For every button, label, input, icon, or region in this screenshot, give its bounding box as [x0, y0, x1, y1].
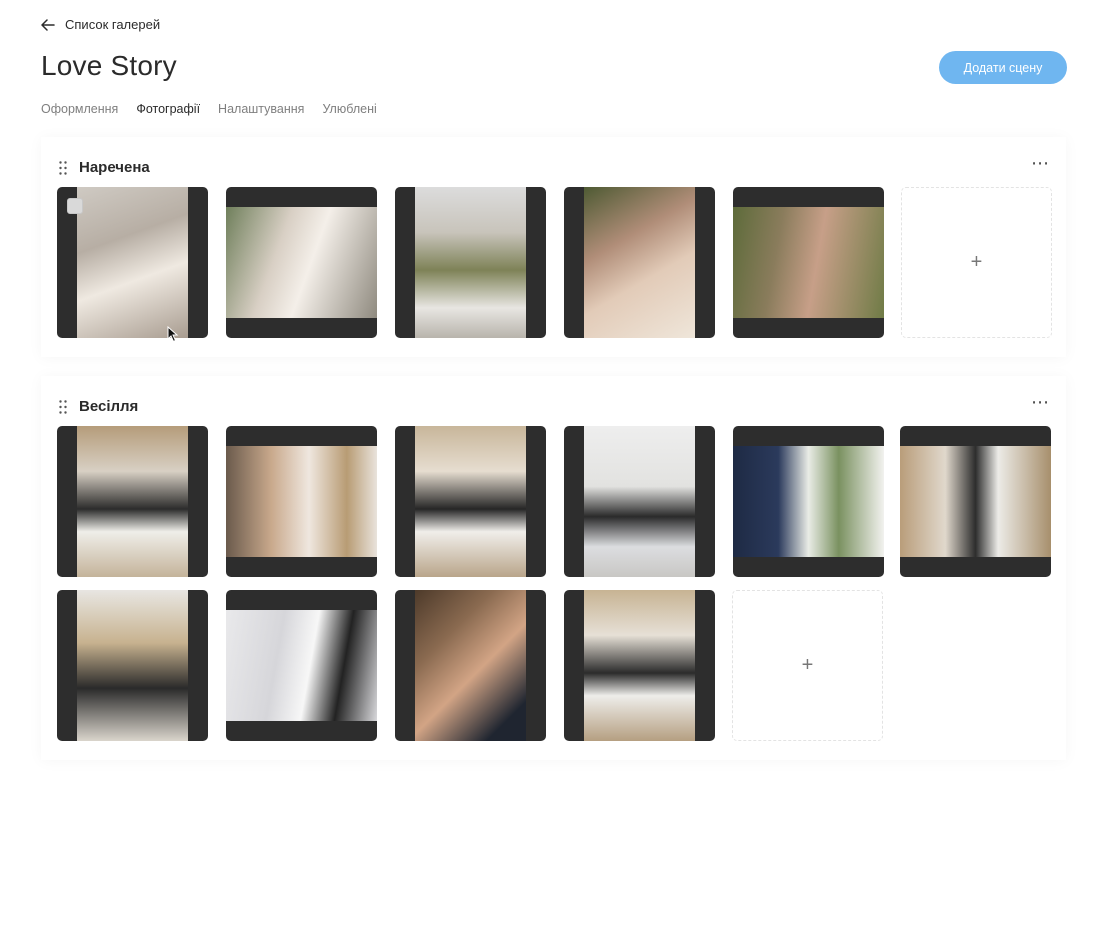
add-scene-button[interactable]: Додати сцену — [939, 51, 1067, 84]
photo-image — [226, 207, 377, 318]
page-title: Love Story — [41, 50, 177, 81]
photo-image — [584, 187, 695, 338]
photo-select-checkbox[interactable] — [67, 198, 83, 214]
photo-thumbnail[interactable] — [395, 590, 546, 741]
photo-image — [77, 187, 188, 338]
tab-photos[interactable]: Фотографії — [136, 102, 200, 116]
photo-thumbnail[interactable] — [900, 426, 1051, 577]
more-options-icon[interactable]: ⋯ — [1031, 393, 1050, 411]
scene-section-wedding: Весілля ⋯ + — [41, 376, 1066, 760]
photo-image — [77, 590, 188, 741]
photo-thumbnail[interactable] — [564, 426, 715, 577]
photo-image — [226, 610, 377, 721]
back-to-gallery-list-link[interactable]: Список галерей — [41, 17, 160, 32]
section-header: Весілля — [59, 398, 138, 415]
add-photo-tile[interactable]: + — [732, 590, 883, 741]
photo-thumbnail[interactable] — [733, 426, 884, 577]
photo-thumbnail[interactable] — [564, 590, 715, 741]
add-photo-tile[interactable]: + — [901, 187, 1052, 338]
photo-thumbnail[interactable] — [226, 590, 377, 741]
photo-image — [226, 446, 377, 557]
scene-section-bride: Наречена ⋯ + — [41, 137, 1066, 357]
photo-image — [77, 426, 188, 577]
photo-thumbnail[interactable] — [226, 426, 377, 577]
arrow-left-icon — [41, 18, 55, 31]
photo-image — [584, 590, 695, 741]
photo-thumbnail[interactable] — [57, 590, 208, 741]
photo-thumbnail[interactable] — [395, 426, 546, 577]
tab-design[interactable]: Оформлення — [41, 102, 118, 116]
photo-thumbnail[interactable] — [226, 187, 377, 338]
mouse-pointer-icon — [167, 326, 179, 343]
photo-image — [415, 187, 526, 338]
photo-image — [733, 207, 884, 318]
photo-image — [900, 446, 1051, 557]
photo-thumbnail[interactable] — [395, 187, 546, 338]
photo-thumbnail[interactable] — [733, 187, 884, 338]
photo-thumbnail[interactable] — [57, 187, 208, 338]
photo-image — [415, 590, 526, 741]
tab-bar: Оформлення Фотографії Налаштування Улюбл… — [41, 102, 377, 116]
drag-handle-icon[interactable] — [59, 399, 67, 414]
section-title: Весілля — [79, 398, 139, 415]
photo-image — [584, 426, 695, 577]
photo-image — [415, 426, 526, 577]
photo-thumbnail[interactable] — [564, 187, 715, 338]
back-link-label: Список галерей — [65, 17, 161, 32]
tab-favorites[interactable]: Улюблені — [322, 102, 376, 116]
tab-settings[interactable]: Налаштування — [218, 102, 304, 116]
more-options-icon[interactable]: ⋯ — [1031, 154, 1050, 172]
section-title: Наречена — [79, 159, 150, 176]
photo-image — [733, 446, 884, 557]
section-header: Наречена — [59, 159, 150, 176]
drag-handle-icon[interactable] — [59, 160, 67, 175]
photo-thumbnail[interactable] — [57, 426, 208, 577]
